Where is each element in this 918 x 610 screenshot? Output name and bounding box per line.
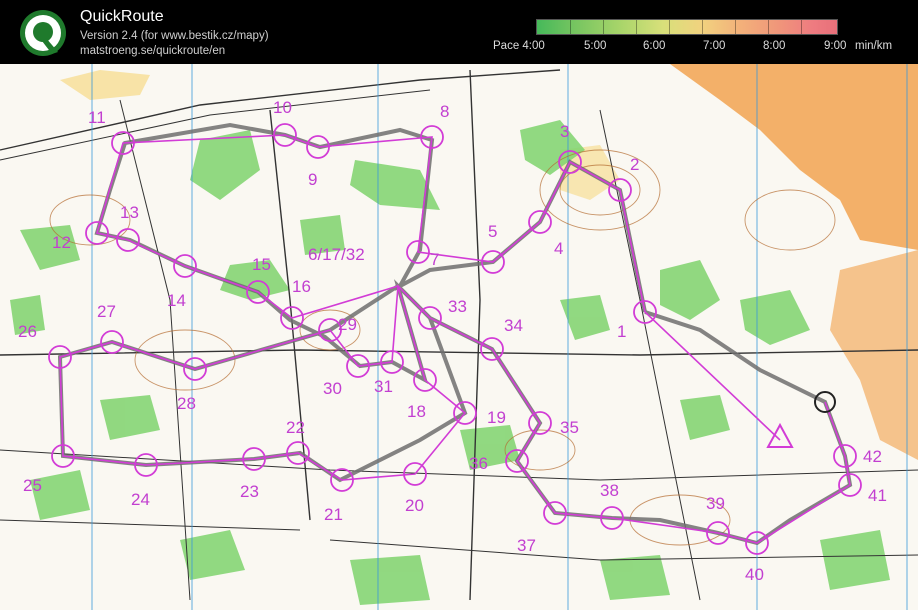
pace-unit: min/km	[855, 40, 893, 52]
control-label-10: 10	[273, 98, 292, 117]
pace-color-scale	[536, 19, 838, 35]
control-label-26: 26	[18, 322, 37, 341]
control-label-35: 35	[560, 418, 579, 437]
pace-tick-7: 7:00	[703, 40, 726, 52]
control-label-39: 39	[706, 494, 725, 513]
control-label-41: 41	[868, 486, 887, 505]
app-title: QuickRoute	[80, 8, 164, 25]
pace-tick-5: 5:00	[584, 40, 607, 52]
control-label-22: 22	[286, 418, 305, 437]
control-label-25: 25	[23, 476, 42, 495]
pace-label: Pace 4:00	[493, 40, 545, 52]
pace-tick-8: 8:00	[763, 40, 786, 52]
control-label-31: 31	[374, 377, 393, 396]
control-label-13: 13	[120, 203, 139, 222]
control-label-34: 34	[504, 316, 523, 335]
control-label-27: 27	[97, 302, 116, 321]
control-label-38: 38	[600, 481, 619, 500]
control-label-21: 21	[324, 505, 343, 524]
control-label-30: 30	[323, 379, 342, 398]
control-label-24: 24	[131, 490, 150, 509]
control-label-8: 8	[440, 102, 449, 121]
control-label-20: 20	[405, 496, 424, 515]
url-text: matstroeng.se/quickroute/en	[80, 45, 226, 57]
control-label-29: 29	[338, 315, 357, 334]
control-label-16: 16	[292, 277, 311, 296]
quickroute-logo-icon	[20, 10, 66, 56]
control-label-5: 5	[488, 222, 497, 241]
control-label-36: 36	[469, 454, 488, 473]
version-text: Version 2.4 (for www.bestik.cz/mapy)	[80, 30, 269, 42]
app-header: QuickRoute Version 2.4 (for www.bestik.c…	[0, 0, 918, 64]
control-label-37: 37	[517, 536, 536, 555]
control-label-40: 40	[745, 565, 764, 584]
control-label-6: 6/17/32	[308, 245, 365, 264]
control-label-3: 3	[560, 122, 569, 141]
control-label-19: 19	[487, 408, 506, 427]
control-label-7: 7	[430, 250, 439, 269]
orienteering-map[interactable]: 123456/17/32 7891011121314151618 192021222…	[0, 64, 918, 610]
control-label-33: 33	[448, 297, 467, 316]
control-label-42: 42	[863, 447, 882, 466]
control-label-12: 12	[52, 233, 71, 252]
control-label-14: 14	[167, 291, 186, 310]
control-label-11: 11	[88, 108, 106, 127]
control-label-28: 28	[177, 394, 196, 413]
control-label-15: 15	[252, 255, 271, 274]
control-label-18: 18	[407, 402, 426, 421]
pace-tick-9: 9:00	[824, 40, 847, 52]
control-label-23: 23	[240, 482, 259, 501]
control-label-9: 9	[308, 170, 317, 189]
pace-tick-6: 6:00	[643, 40, 666, 52]
control-label-1: 1	[617, 322, 626, 341]
control-label-4: 4	[554, 239, 563, 258]
control-label-2: 2	[630, 155, 639, 174]
